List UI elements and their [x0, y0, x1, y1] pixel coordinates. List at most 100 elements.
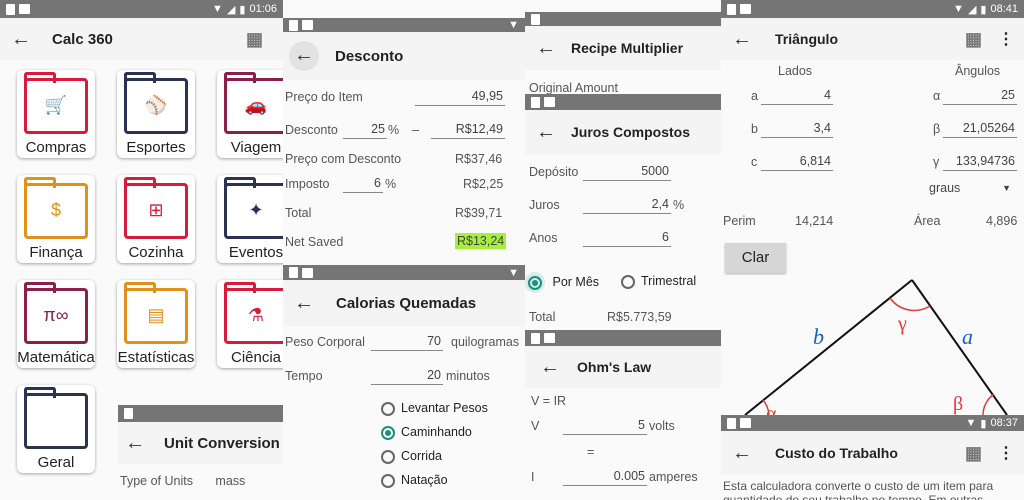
beta-input[interactable]: 21,05264 — [943, 121, 1017, 138]
baseball-icon: ⚾ — [144, 95, 168, 115]
app-bar: ← Juros Compostos — [525, 110, 721, 154]
page-title: Calorias Quemadas — [336, 294, 477, 312]
unit-select[interactable]: graus ▼ — [929, 181, 1019, 195]
anos-input[interactable]: 6 — [583, 230, 671, 247]
app-bar: ← Calc 360 ▦ — [0, 18, 283, 60]
panel-calorias: ▼ ← Calorias Quemadas Peso Corporal 70 q… — [283, 265, 525, 500]
back-arrow-icon[interactable]: ← — [533, 356, 567, 379]
back-arrow-icon[interactable]: ← — [289, 41, 319, 71]
back-arrow-icon[interactable]: ← — [118, 432, 152, 455]
original-amount-label: Original Amount — [529, 81, 618, 95]
status-bar — [525, 330, 721, 346]
v-input[interactable]: 5 — [563, 418, 647, 435]
category-tile-esportes[interactable]: ⚾ Esportes — [117, 70, 195, 158]
notification-icon — [727, 417, 736, 429]
activity-option[interactable]: Corrida — [381, 449, 488, 473]
folder-icon: 🛒 — [24, 72, 88, 134]
side-a-label: a — [962, 324, 973, 349]
panel-desconto: ▼ ← Desconto Preço do Item 49,95 Descont… — [283, 18, 525, 265]
desconto-pct-input[interactable]: 25 — [343, 122, 387, 139]
total-value: R$39,71 — [455, 206, 503, 220]
category-tile-estatísticas[interactable]: ▤ Estatísticas — [117, 280, 195, 368]
category-tile-cozinha[interactable]: ⊞ Cozinha — [117, 175, 195, 263]
i-input[interactable]: 0.005 — [563, 469, 647, 486]
preco-desconto-label: Preço com Desconto — [285, 152, 402, 166]
category-tile-compras[interactable]: 🛒 Compras — [17, 70, 95, 158]
back-arrow-icon[interactable]: ← — [529, 37, 563, 60]
calculator-icon[interactable]: ▦ — [965, 443, 982, 464]
category-label: Finança — [29, 244, 83, 261]
folder-icon: ⊞ — [124, 177, 188, 239]
preco-input[interactable]: 49,95 — [415, 89, 505, 106]
alpha-input[interactable]: 25 — [943, 88, 1017, 105]
peso-input[interactable]: 70 — [371, 334, 443, 351]
folder-icon: ▤ — [124, 282, 188, 344]
page-title: Recipe Multiplier — [571, 40, 684, 56]
imposto-label: Imposto — [285, 177, 330, 191]
gamma-input[interactable]: 133,94736 — [943, 154, 1017, 171]
pct-sign: % — [673, 198, 685, 212]
lados-header: Lados — [778, 64, 813, 78]
more-vert-icon[interactable]: ⋮ — [998, 443, 1014, 463]
radio-por-mes[interactable]: Por Mês — [525, 272, 599, 293]
back-arrow-icon[interactable]: ← — [4, 28, 38, 51]
category-tile-matemática[interactable]: π∞ Matemática — [17, 280, 95, 368]
type-of-units-label: Type of Units — [120, 474, 193, 488]
type-of-units-value[interactable]: mass — [215, 474, 245, 488]
status-bar: ▼ ◢ ▮ 01:06 — [0, 0, 283, 18]
desconto-value: R$12,49 — [431, 122, 505, 139]
folder-icon: 🚗 — [224, 72, 288, 134]
activity-option[interactable]: Natação — [381, 473, 488, 497]
radio-checked-icon — [381, 425, 395, 440]
more-vert-icon[interactable]: ⋮ — [998, 29, 1014, 49]
tempo-input[interactable]: 20 — [371, 368, 443, 385]
activity-option[interactable]: Caminhando — [381, 425, 488, 449]
category-label: Estatísticas — [117, 349, 195, 366]
back-arrow-icon[interactable]: ← — [725, 28, 759, 51]
calculator-icon[interactable]: ▦ — [246, 29, 263, 50]
signal-icon: ◢ — [226, 3, 236, 16]
back-arrow-icon[interactable]: ← — [287, 292, 321, 315]
c-input[interactable]: 6,814 — [761, 154, 833, 171]
signal-icon: ◢ — [967, 3, 977, 16]
clear-button[interactable]: Clar — [725, 243, 786, 273]
back-arrow-icon[interactable]: ← — [529, 121, 563, 144]
app-bar: ← Custo do Trabalho ▦ ⋮ — [721, 431, 1024, 475]
radio-unchecked-icon — [381, 449, 395, 464]
back-arrow-icon[interactable]: ← — [725, 442, 759, 465]
a-input[interactable]: 4 — [761, 88, 833, 105]
page-title: Juros Compostos — [571, 124, 691, 140]
deposito-input[interactable]: 5000 — [583, 164, 671, 181]
category-tile-finança[interactable]: $ Finança — [17, 175, 95, 263]
radio-trimestral[interactable]: Trimestral — [621, 274, 696, 289]
calculator-icon[interactable]: ▦ — [965, 29, 982, 50]
beta-arc — [982, 393, 995, 415]
imposto-pct-input[interactable]: 6 — [343, 176, 383, 193]
pct-sign: % — [388, 123, 400, 137]
peso-unit: quilogramas — [451, 335, 520, 349]
beta-symbol: β — [953, 393, 963, 415]
notification-icon — [531, 332, 540, 344]
description: Esta calculadora converte o custo de um … — [723, 479, 994, 500]
status-bar — [118, 405, 285, 422]
juros-input[interactable]: 2,4 — [583, 197, 671, 214]
imposto-value: R$2,25 — [463, 177, 504, 191]
money-icon: $ — [50, 200, 61, 220]
total-label: Total — [529, 310, 556, 324]
page-title: Unit Conversion — [164, 434, 280, 452]
notification-icon — [124, 408, 133, 419]
net-saved-value: R$13,24 — [455, 233, 507, 249]
status-bar: ▼ ◢ ▮ 08:41 — [721, 0, 1024, 18]
b-input[interactable]: 3,4 — [761, 121, 833, 138]
category-label: Compras — [25, 139, 87, 156]
activity-label: Levantar Pesos — [401, 401, 488, 415]
app-bar: ← Desconto — [283, 32, 525, 80]
area-value: 4,896 — [986, 214, 1018, 228]
peso-label: Peso Corporal — [285, 335, 365, 349]
side-b-line — [744, 279, 913, 415]
app-bar: ← Triângulo ▦ ⋮ — [721, 18, 1024, 60]
mixer-icon: ⊞ — [148, 200, 164, 220]
category-tile-geral[interactable]: Geral — [17, 385, 95, 473]
wifi-icon: ▼ — [953, 3, 964, 15]
activity-option[interactable]: Levantar Pesos — [381, 401, 488, 425]
